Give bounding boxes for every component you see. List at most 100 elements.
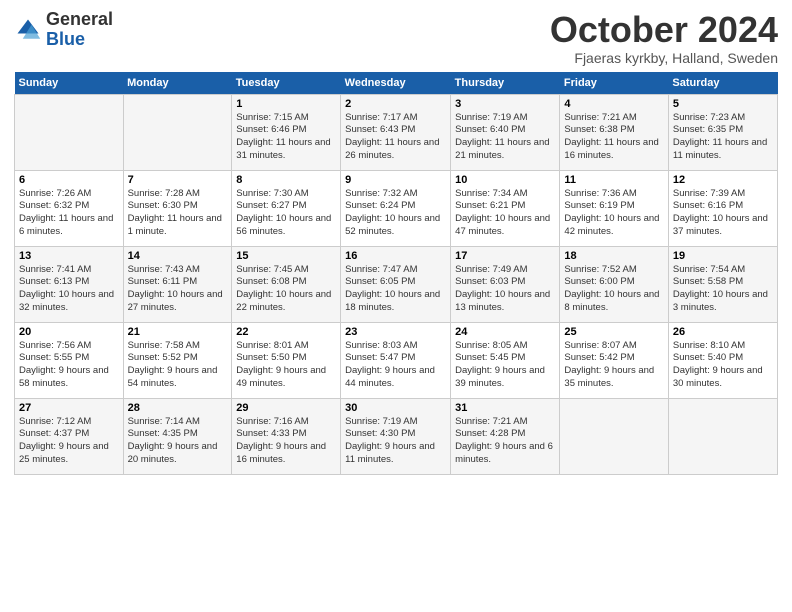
weekday-header-sunday: Sunday — [15, 72, 124, 95]
day-info: Sunrise: 7:17 AMSunset: 6:43 PMDaylight:… — [345, 112, 439, 161]
calendar-cell: 8 Sunrise: 7:30 AMSunset: 6:27 PMDayligh… — [232, 170, 341, 246]
weekday-header-friday: Friday — [560, 72, 668, 95]
calendar-cell: 17 Sunrise: 7:49 AMSunset: 6:03 PMDaylig… — [451, 246, 560, 322]
calendar-cell: 4 Sunrise: 7:21 AMSunset: 6:38 PMDayligh… — [560, 94, 668, 170]
weekday-header-wednesday: Wednesday — [341, 72, 451, 95]
day-info: Sunrise: 7:21 AMSunset: 4:28 PMDaylight:… — [455, 416, 553, 465]
day-number: 20 — [19, 326, 119, 338]
day-info: Sunrise: 8:10 AMSunset: 5:40 PMDaylight:… — [673, 340, 763, 389]
month-title: October 2024 — [550, 10, 778, 50]
location: Fjaeras kyrkby, Halland, Sweden — [550, 50, 778, 66]
day-number: 10 — [455, 174, 555, 186]
day-number: 5 — [673, 98, 773, 110]
logo: General Blue — [14, 10, 113, 50]
day-number: 28 — [128, 402, 228, 414]
weekday-header-thursday: Thursday — [451, 72, 560, 95]
calendar-cell: 28 Sunrise: 7:14 AMSunset: 4:35 PMDaylig… — [123, 398, 232, 474]
calendar-cell: 19 Sunrise: 7:54 AMSunset: 5:58 PMDaylig… — [668, 246, 777, 322]
day-info: Sunrise: 7:26 AMSunset: 6:32 PMDaylight:… — [19, 188, 113, 237]
day-number: 26 — [673, 326, 773, 338]
day-number: 22 — [236, 326, 336, 338]
title-area: October 2024 Fjaeras kyrkby, Halland, Sw… — [550, 10, 778, 66]
calendar-cell: 23 Sunrise: 8:03 AMSunset: 5:47 PMDaylig… — [341, 322, 451, 398]
day-info: Sunrise: 7:41 AMSunset: 6:13 PMDaylight:… — [19, 264, 114, 313]
day-number: 19 — [673, 250, 773, 262]
calendar-cell: 22 Sunrise: 8:01 AMSunset: 5:50 PMDaylig… — [232, 322, 341, 398]
day-number: 27 — [19, 402, 119, 414]
day-number: 11 — [564, 174, 663, 186]
day-number: 15 — [236, 250, 336, 262]
calendar-cell: 16 Sunrise: 7:47 AMSunset: 6:05 PMDaylig… — [341, 246, 451, 322]
day-number: 17 — [455, 250, 555, 262]
day-info: Sunrise: 7:15 AMSunset: 6:46 PMDaylight:… — [236, 112, 330, 161]
day-number: 16 — [345, 250, 446, 262]
day-number: 3 — [455, 98, 555, 110]
day-number: 2 — [345, 98, 446, 110]
day-number: 31 — [455, 402, 555, 414]
day-info: Sunrise: 7:14 AMSunset: 4:35 PMDaylight:… — [128, 416, 218, 465]
calendar-cell: 11 Sunrise: 7:36 AMSunset: 6:19 PMDaylig… — [560, 170, 668, 246]
week-row-3: 20 Sunrise: 7:56 AMSunset: 5:55 PMDaylig… — [15, 322, 778, 398]
logo-general: General — [46, 9, 113, 29]
calendar-cell — [15, 94, 124, 170]
calendar-cell: 14 Sunrise: 7:43 AMSunset: 6:11 PMDaylig… — [123, 246, 232, 322]
day-info: Sunrise: 7:56 AMSunset: 5:55 PMDaylight:… — [19, 340, 109, 389]
day-info: Sunrise: 7:28 AMSunset: 6:30 PMDaylight:… — [128, 188, 222, 237]
day-info: Sunrise: 7:32 AMSunset: 6:24 PMDaylight:… — [345, 188, 440, 237]
day-info: Sunrise: 7:49 AMSunset: 6:03 PMDaylight:… — [455, 264, 550, 313]
day-number: 13 — [19, 250, 119, 262]
week-row-0: 1 Sunrise: 7:15 AMSunset: 6:46 PMDayligh… — [15, 94, 778, 170]
day-info: Sunrise: 7:34 AMSunset: 6:21 PMDaylight:… — [455, 188, 550, 237]
week-row-1: 6 Sunrise: 7:26 AMSunset: 6:32 PMDayligh… — [15, 170, 778, 246]
day-number: 14 — [128, 250, 228, 262]
calendar-cell: 12 Sunrise: 7:39 AMSunset: 6:16 PMDaylig… — [668, 170, 777, 246]
calendar-cell: 27 Sunrise: 7:12 AMSunset: 4:37 PMDaylig… — [15, 398, 124, 474]
calendar-cell — [668, 398, 777, 474]
day-info: Sunrise: 7:19 AMSunset: 4:30 PMDaylight:… — [345, 416, 435, 465]
day-number: 30 — [345, 402, 446, 414]
day-info: Sunrise: 8:07 AMSunset: 5:42 PMDaylight:… — [564, 340, 654, 389]
day-number: 12 — [673, 174, 773, 186]
header: General Blue October 2024 Fjaeras kyrkby… — [14, 10, 778, 66]
day-info: Sunrise: 7:43 AMSunset: 6:11 PMDaylight:… — [128, 264, 223, 313]
day-info: Sunrise: 7:30 AMSunset: 6:27 PMDaylight:… — [236, 188, 331, 237]
day-info: Sunrise: 7:39 AMSunset: 6:16 PMDaylight:… — [673, 188, 768, 237]
day-info: Sunrise: 8:05 AMSunset: 5:45 PMDaylight:… — [455, 340, 545, 389]
weekday-header-row: SundayMondayTuesdayWednesdayThursdayFrid… — [15, 72, 778, 95]
week-row-2: 13 Sunrise: 7:41 AMSunset: 6:13 PMDaylig… — [15, 246, 778, 322]
calendar-cell: 1 Sunrise: 7:15 AMSunset: 6:46 PMDayligh… — [232, 94, 341, 170]
calendar-cell: 20 Sunrise: 7:56 AMSunset: 5:55 PMDaylig… — [15, 322, 124, 398]
calendar-cell: 9 Sunrise: 7:32 AMSunset: 6:24 PMDayligh… — [341, 170, 451, 246]
calendar-cell: 31 Sunrise: 7:21 AMSunset: 4:28 PMDaylig… — [451, 398, 560, 474]
calendar-cell: 2 Sunrise: 7:17 AMSunset: 6:43 PMDayligh… — [341, 94, 451, 170]
calendar-cell: 21 Sunrise: 7:58 AMSunset: 5:52 PMDaylig… — [123, 322, 232, 398]
day-info: Sunrise: 7:23 AMSunset: 6:35 PMDaylight:… — [673, 112, 767, 161]
calendar-cell: 24 Sunrise: 8:05 AMSunset: 5:45 PMDaylig… — [451, 322, 560, 398]
day-number: 9 — [345, 174, 446, 186]
calendar-cell: 26 Sunrise: 8:10 AMSunset: 5:40 PMDaylig… — [668, 322, 777, 398]
weekday-header-saturday: Saturday — [668, 72, 777, 95]
day-number: 24 — [455, 326, 555, 338]
calendar-table: SundayMondayTuesdayWednesdayThursdayFrid… — [14, 72, 778, 475]
calendar-cell: 13 Sunrise: 7:41 AMSunset: 6:13 PMDaylig… — [15, 246, 124, 322]
week-row-4: 27 Sunrise: 7:12 AMSunset: 4:37 PMDaylig… — [15, 398, 778, 474]
calendar-cell: 29 Sunrise: 7:16 AMSunset: 4:33 PMDaylig… — [232, 398, 341, 474]
day-info: Sunrise: 7:54 AMSunset: 5:58 PMDaylight:… — [673, 264, 768, 313]
day-number: 29 — [236, 402, 336, 414]
day-number: 25 — [564, 326, 663, 338]
day-number: 6 — [19, 174, 119, 186]
day-info: Sunrise: 7:45 AMSunset: 6:08 PMDaylight:… — [236, 264, 331, 313]
day-info: Sunrise: 8:01 AMSunset: 5:50 PMDaylight:… — [236, 340, 326, 389]
calendar-cell: 18 Sunrise: 7:52 AMSunset: 6:00 PMDaylig… — [560, 246, 668, 322]
day-number: 4 — [564, 98, 663, 110]
day-info: Sunrise: 7:47 AMSunset: 6:05 PMDaylight:… — [345, 264, 440, 313]
logo-text: General Blue — [46, 10, 113, 50]
calendar-cell: 15 Sunrise: 7:45 AMSunset: 6:08 PMDaylig… — [232, 246, 341, 322]
day-number: 21 — [128, 326, 228, 338]
day-info: Sunrise: 8:03 AMSunset: 5:47 PMDaylight:… — [345, 340, 435, 389]
day-info: Sunrise: 7:52 AMSunset: 6:00 PMDaylight:… — [564, 264, 659, 313]
day-info: Sunrise: 7:19 AMSunset: 6:40 PMDaylight:… — [455, 112, 549, 161]
day-info: Sunrise: 7:36 AMSunset: 6:19 PMDaylight:… — [564, 188, 659, 237]
day-number: 8 — [236, 174, 336, 186]
day-number: 1 — [236, 98, 336, 110]
